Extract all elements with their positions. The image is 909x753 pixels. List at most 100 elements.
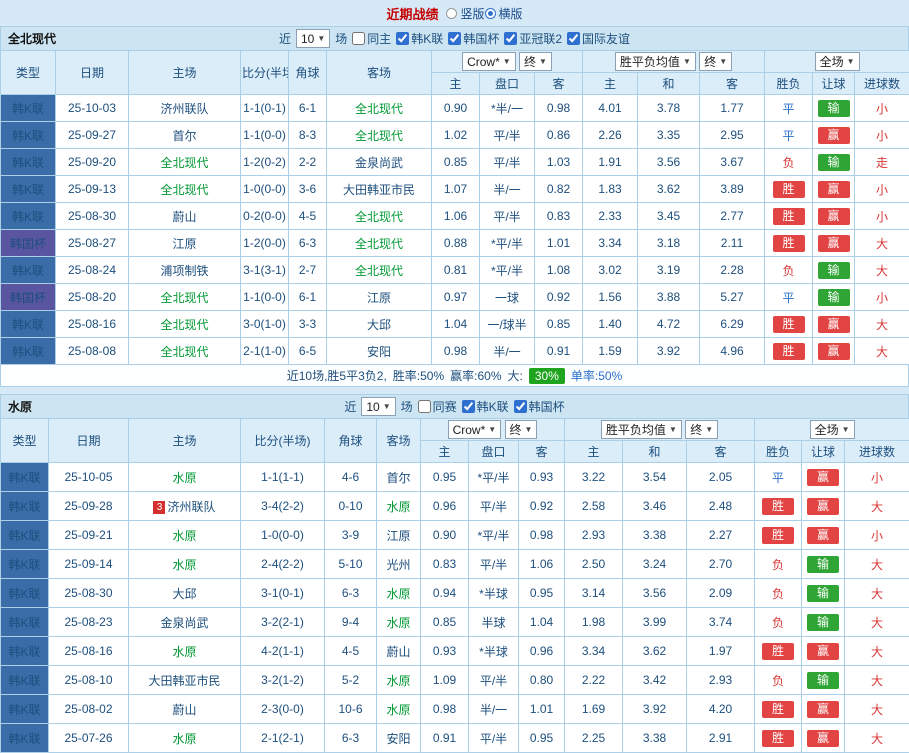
handicap-line-cell: 平/半 — [469, 550, 519, 579]
filter-checkbox-韩K联[interactable]: 韩K联 — [396, 30, 443, 47]
away-team-cell: 首尔 — [377, 463, 421, 492]
bookmaker-select[interactable]: Crow*▼ — [462, 52, 516, 71]
avg-stage-select[interactable]: 终▼ — [699, 52, 732, 71]
filter-checkbox-同主[interactable]: 同主 — [352, 30, 391, 47]
league-type-cell: 韩K联 — [1, 521, 49, 550]
handicap-result-cell: 输 — [813, 149, 855, 176]
match-date-cell: 25-08-30 — [56, 203, 129, 230]
odds-stage-select[interactable]: 终▼ — [519, 52, 552, 71]
handicap-home-odds-cell: 0.91 — [421, 724, 469, 753]
handicap-away-odds-cell: 0.93 — [519, 463, 565, 492]
filter-checkbox-韩K联[interactable]: 韩K联 — [462, 398, 509, 415]
filter-checkbox-同赛[interactable]: 同赛 — [418, 398, 457, 415]
fulltime-header: 全场▼ — [765, 51, 909, 73]
avg-draw-odds-cell: 3.62 — [623, 637, 687, 666]
away-team-name: 安阳 — [386, 732, 410, 746]
odds-stage-select[interactable]: 终▼ — [505, 420, 538, 439]
handicap-result-cell: 赢 — [813, 311, 855, 338]
filter-checkbox-亚冠联2[interactable]: 亚冠联2 — [504, 30, 562, 47]
away-team-name: 水原 — [386, 674, 410, 688]
match-date-cell: 25-08-24 — [56, 257, 129, 284]
checkbox-input[interactable] — [448, 32, 461, 45]
handicap-away-odds-cell: 0.83 — [535, 203, 583, 230]
home-team-cell: 水原 — [129, 550, 241, 579]
match-scope-select[interactable]: 全场▼ — [810, 420, 855, 439]
select-value: 胜平负均值 — [606, 421, 666, 438]
match-result-cell: 胜 — [765, 203, 813, 230]
goals-result-cell: 走 — [855, 149, 909, 176]
recent-count-select[interactable]: 10▼ — [296, 29, 330, 48]
home-team-cell: 全北现代 — [129, 338, 241, 365]
league-filter-checkboxes: 同主韩K联韩国杯亚冠联2 国际友谊 — [352, 30, 630, 47]
score-cell: 2-4(2-2) — [241, 550, 325, 579]
handicap-line-cell: 平/半 — [469, 724, 519, 753]
layout-radio-option[interactable]: 竖版 — [446, 5, 484, 22]
home-team-name: 大邱 — [172, 587, 196, 601]
subcol-result: 胜负 — [765, 73, 813, 95]
home-team-cell: 金泉尚武 — [129, 608, 241, 637]
filter-checkbox-国际友谊[interactable]: 国际友谊 — [567, 30, 630, 47]
avg-stage-select[interactable]: 终▼ — [685, 420, 718, 439]
handicap-home-odds-cell: 0.88 — [432, 230, 480, 257]
checkbox-input[interactable] — [418, 400, 431, 413]
result-badge: 赢 — [807, 527, 839, 544]
avg-away-odds-cell: 3.67 — [700, 149, 765, 176]
result-badge: 大 — [871, 674, 883, 688]
avg-home-odds-cell: 2.33 — [583, 203, 638, 230]
score-cell: 1-1(1-1) — [241, 463, 325, 492]
home-team-name: 全北现代 — [160, 156, 208, 170]
checkbox-input[interactable] — [396, 32, 409, 45]
filter-checkbox-韩国杯[interactable]: 韩国杯 — [514, 398, 565, 415]
checkbox-input[interactable] — [514, 400, 527, 413]
handicap-away-odds-cell: 0.95 — [519, 724, 565, 753]
avg-away-odds-cell: 2.91 — [687, 724, 755, 753]
result-badge: 大 — [871, 703, 883, 717]
goals-result-cell: 小 — [845, 521, 909, 550]
match-result-cell: 负 — [755, 550, 802, 579]
match-scope-select[interactable]: 全场▼ — [815, 52, 860, 71]
match-date-cell: 25-10-03 — [56, 95, 129, 122]
checkbox-input[interactable] — [567, 32, 580, 45]
home-team-name: 水原 — [172, 732, 196, 746]
result-badge: 赢 — [818, 316, 850, 333]
checkbox-input[interactable] — [462, 400, 475, 413]
match-date-cell: 25-09-20 — [56, 149, 129, 176]
checkbox-input[interactable] — [352, 32, 365, 45]
league-type-cell: 韩K联 — [1, 311, 56, 338]
corners-cell: 3-9 — [325, 521, 377, 550]
checkbox-input[interactable] — [504, 32, 517, 45]
league-type-cell: 韩K联 — [1, 203, 56, 230]
handicap-result-cell: 赢 — [813, 230, 855, 257]
home-team-cell: 蔚山 — [129, 203, 241, 230]
layout-radio-selected[interactable]: 横版 — [485, 5, 523, 22]
match-row: 韩国杯25-08-20全北现代1-1(0-0)6-1江原0.97一球0.921.… — [1, 284, 909, 311]
result-badge: 大 — [871, 500, 883, 514]
result-badge: 赢 — [807, 701, 839, 718]
select-value: Crow* — [467, 55, 500, 69]
away-team-cell: 水原 — [377, 492, 421, 521]
avg-odds-select[interactable]: 胜平负均值▼ — [601, 420, 682, 439]
recent-count-select[interactable]: 10▼ — [361, 397, 395, 416]
away-team-cell: 全北现代 — [327, 230, 432, 257]
games-label: 场 — [335, 30, 347, 47]
result-badge: 赢 — [818, 127, 850, 144]
filter-checkbox-韩国杯[interactable]: 韩国杯 — [448, 30, 499, 47]
chevron-down-icon: ▼ — [705, 426, 713, 434]
corners-cell: 8-3 — [289, 122, 327, 149]
result-badge: 胜 — [773, 181, 805, 198]
home-team-cell: 水原 — [129, 521, 241, 550]
result-badge: 大 — [871, 558, 883, 572]
match-date-cell: 25-08-02 — [49, 695, 129, 724]
corners-cell: 0-10 — [325, 492, 377, 521]
summary-segment: 30% — [529, 368, 565, 384]
home-team-name: 全北现代 — [160, 345, 208, 359]
league-type-cell: 韩K联 — [1, 149, 56, 176]
rank-badge: 3 — [153, 501, 165, 514]
avg-odds-select[interactable]: 胜平负均值▼ — [615, 52, 696, 71]
league-type-cell: 韩K联 — [1, 338, 56, 365]
section-header-bar: 全北现代 近 10▼ 场 同主韩K联韩国杯亚冠联2国际友谊 — [0, 26, 909, 50]
bookmaker-select[interactable]: Crow*▼ — [448, 420, 502, 439]
match-date-cell: 25-08-10 — [49, 666, 129, 695]
avg-home-odds-cell: 3.22 — [565, 463, 623, 492]
goals-result-cell: 大 — [845, 492, 909, 521]
